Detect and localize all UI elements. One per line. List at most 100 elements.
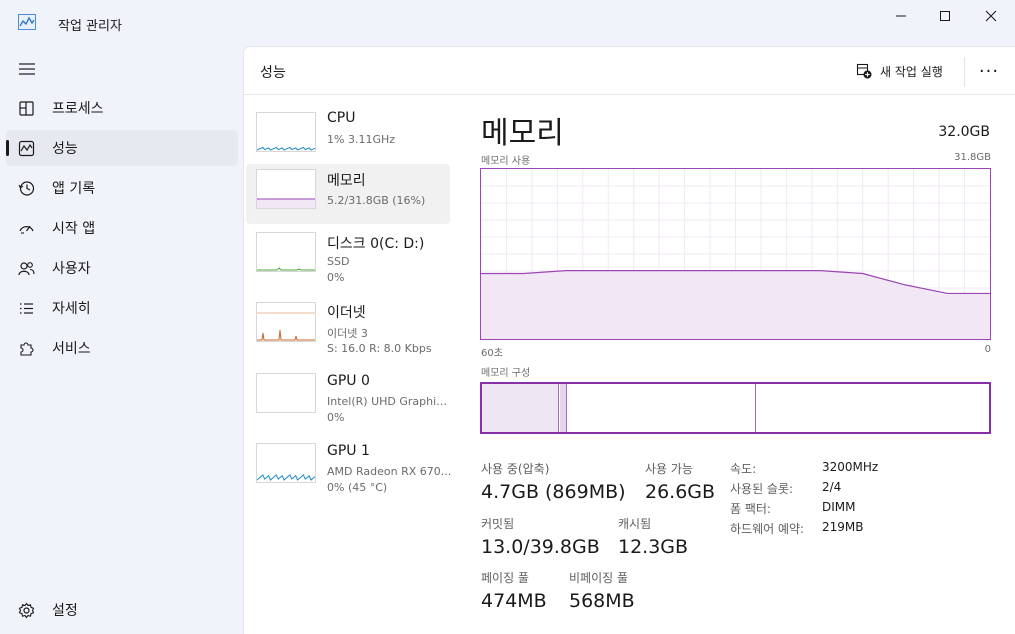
run-new-task-label: 새 작업 실행 bbox=[880, 64, 943, 79]
stat-committed-value: 13.0/39.8GB bbox=[481, 536, 600, 558]
maximize-button[interactable] bbox=[922, 0, 968, 32]
graph-axis-end: 0 bbox=[984, 344, 991, 355]
sidebar-item-label: 서비스 bbox=[52, 341, 91, 357]
memory-composition-bar bbox=[480, 382, 991, 434]
prop-form-factor-value: DIMM bbox=[822, 500, 856, 514]
minimize-icon bbox=[896, 15, 906, 17]
composition-modified bbox=[560, 384, 567, 432]
device-name: GPU 1 bbox=[327, 443, 370, 459]
device-stat: 0% (45 °C) bbox=[327, 481, 388, 494]
activity-trace bbox=[257, 146, 315, 151]
device-thumbnail-ethernet bbox=[256, 302, 316, 342]
more-options-icon: ··· bbox=[978, 60, 1000, 82]
menu-toggle-button[interactable] bbox=[17, 60, 37, 78]
sidebar-item-details[interactable]: 자세히 bbox=[6, 290, 238, 326]
close-icon bbox=[985, 10, 997, 22]
header-divider bbox=[964, 57, 965, 87]
memory-usage-graph bbox=[480, 168, 991, 340]
usage-graph-label: 메모리 사용 bbox=[481, 156, 531, 167]
device-item-gpu-1[interactable]: GPU 1 AMD Radeon RX 670... 0% (45 °C) bbox=[246, 438, 452, 498]
detail-title: 메모리 bbox=[481, 116, 564, 151]
prop-slots-label: 사용된 슬롯: bbox=[730, 482, 794, 496]
stat-paged-pool-value: 474MB bbox=[481, 590, 547, 612]
stat-available-value: 26.6GB bbox=[645, 481, 716, 503]
stat-nonpaged-pool-value: 568MB bbox=[569, 590, 635, 612]
device-thumbnail-memory bbox=[256, 169, 316, 209]
device-stat: 0% bbox=[327, 411, 345, 424]
sidebar-item-label: 앱 기록 bbox=[52, 181, 96, 197]
usage-graph-max: 31.8GB bbox=[954, 152, 991, 163]
sidebar-item-app-history[interactable]: 앱 기록 bbox=[6, 170, 238, 206]
hamburger-icon bbox=[19, 63, 35, 75]
sidebar-item-label: 사용자 bbox=[52, 261, 91, 277]
device-model: Intel(R) UHD Graphics... bbox=[327, 395, 452, 408]
window-title: 작업 관리자 bbox=[58, 19, 122, 34]
sidebar-item-label: 자세히 bbox=[52, 301, 91, 317]
composition-standby-boundary bbox=[755, 384, 756, 432]
sidebar-item-label: 설정 bbox=[52, 603, 78, 619]
sidebar-item-settings[interactable]: 설정 bbox=[6, 592, 238, 628]
device-thumbnail-cpu bbox=[256, 112, 316, 152]
device-model: AMD Radeon RX 670... bbox=[327, 465, 452, 478]
prop-speed-value: 3200MHz bbox=[822, 460, 879, 474]
prop-speed-label: 속도: bbox=[730, 462, 757, 476]
activity-trace bbox=[257, 474, 315, 481]
stat-in-use-label: 사용 중(압축) bbox=[481, 462, 550, 476]
prop-hardware-reserved-label: 하드웨어 예약: bbox=[730, 522, 805, 536]
prop-slots-value: 2/4 bbox=[822, 480, 842, 494]
services-puzzle-icon bbox=[18, 340, 35, 357]
minimize-button[interactable] bbox=[878, 0, 924, 32]
gear-icon bbox=[18, 602, 35, 619]
stat-cached-label: 캐시됨 bbox=[618, 517, 652, 531]
device-thumbnail-gpu-0 bbox=[256, 373, 316, 413]
device-adapter: 이더넷 3 bbox=[327, 327, 368, 340]
sidebar-item-label: 성능 bbox=[52, 141, 78, 157]
device-name: 디스크 0(C: D:) bbox=[327, 236, 425, 252]
details-list-icon bbox=[18, 300, 35, 317]
device-item-ethernet[interactable]: 이더넷 이더넷 3 S: 16.0 R: 8.0 Kbps bbox=[246, 297, 450, 357]
composition-label: 메모리 구성 bbox=[481, 368, 531, 379]
performance-icon bbox=[18, 140, 35, 157]
device-name: CPU bbox=[327, 110, 356, 126]
device-name: 이더넷 bbox=[327, 305, 366, 321]
processes-icon bbox=[18, 100, 35, 117]
page-header: 성능 새 작업 실행 ··· bbox=[244, 47, 1015, 95]
maximize-icon bbox=[940, 11, 950, 21]
run-new-task-button[interactable]: 새 작업 실행 bbox=[856, 61, 943, 81]
new-task-icon bbox=[856, 63, 872, 79]
sidebar-item-label: 시작 앱 bbox=[52, 221, 96, 237]
device-stat: S: 16.0 R: 8.0 Kbps bbox=[327, 342, 432, 355]
sidebar-item-startup-apps[interactable]: 시작 앱 bbox=[6, 210, 238, 246]
sidebar-item-services[interactable]: 서비스 bbox=[6, 330, 238, 366]
sidebar-item-performance[interactable]: 성능 bbox=[6, 130, 238, 166]
sidebar-item-users[interactable]: 사용자 bbox=[6, 250, 238, 286]
stat-available-label: 사용 가능 bbox=[645, 462, 693, 476]
device-type: SSD bbox=[327, 255, 350, 268]
device-thumbnail-gpu-1 bbox=[256, 443, 316, 483]
stat-committed-label: 커밋됨 bbox=[481, 517, 515, 531]
device-item-cpu[interactable]: CPU 1% 3.11GHz bbox=[246, 107, 450, 167]
close-button[interactable] bbox=[968, 0, 1014, 32]
page-title: 성능 bbox=[260, 65, 286, 81]
stat-paged-pool-label: 페이징 풀 bbox=[481, 571, 529, 585]
memory-total: 32.0GB bbox=[938, 124, 990, 140]
more-options-button[interactable]: ··· bbox=[977, 60, 1001, 82]
users-icon bbox=[18, 260, 35, 277]
stat-cached-value: 12.3GB bbox=[618, 536, 689, 558]
composition-in-use bbox=[482, 384, 559, 432]
stat-in-use-value: 4.7GB (869MB) bbox=[481, 481, 626, 503]
history-icon bbox=[18, 180, 35, 197]
sidebar-item-processes[interactable]: 프로세스 bbox=[6, 90, 238, 126]
startup-gauge-icon bbox=[18, 220, 35, 237]
prop-form-factor-label: 폼 팩터: bbox=[730, 502, 771, 516]
title-bar: 작업 관리자 bbox=[0, 0, 1015, 46]
sidebar-nav: 프로세스 성능 앱 기록 시작 앱 사용자 자세히 서비스 bbox=[6, 90, 238, 370]
device-stat: 5.2/31.8GB (16%) bbox=[327, 194, 426, 207]
device-item-disk[interactable]: 디스크 0(C: D:) SSD 0% bbox=[246, 227, 450, 287]
device-item-memory[interactable]: 메모리 5.2/31.8GB (16%) bbox=[246, 164, 450, 224]
graph-axis-start: 60초 bbox=[481, 348, 503, 359]
device-stat: 1% 3.11GHz bbox=[327, 133, 396, 146]
device-thumbnail-disk bbox=[256, 232, 316, 272]
device-stat: 0% bbox=[327, 271, 345, 284]
device-item-gpu-0[interactable]: GPU 0 Intel(R) UHD Graphics... 0% bbox=[246, 368, 452, 428]
